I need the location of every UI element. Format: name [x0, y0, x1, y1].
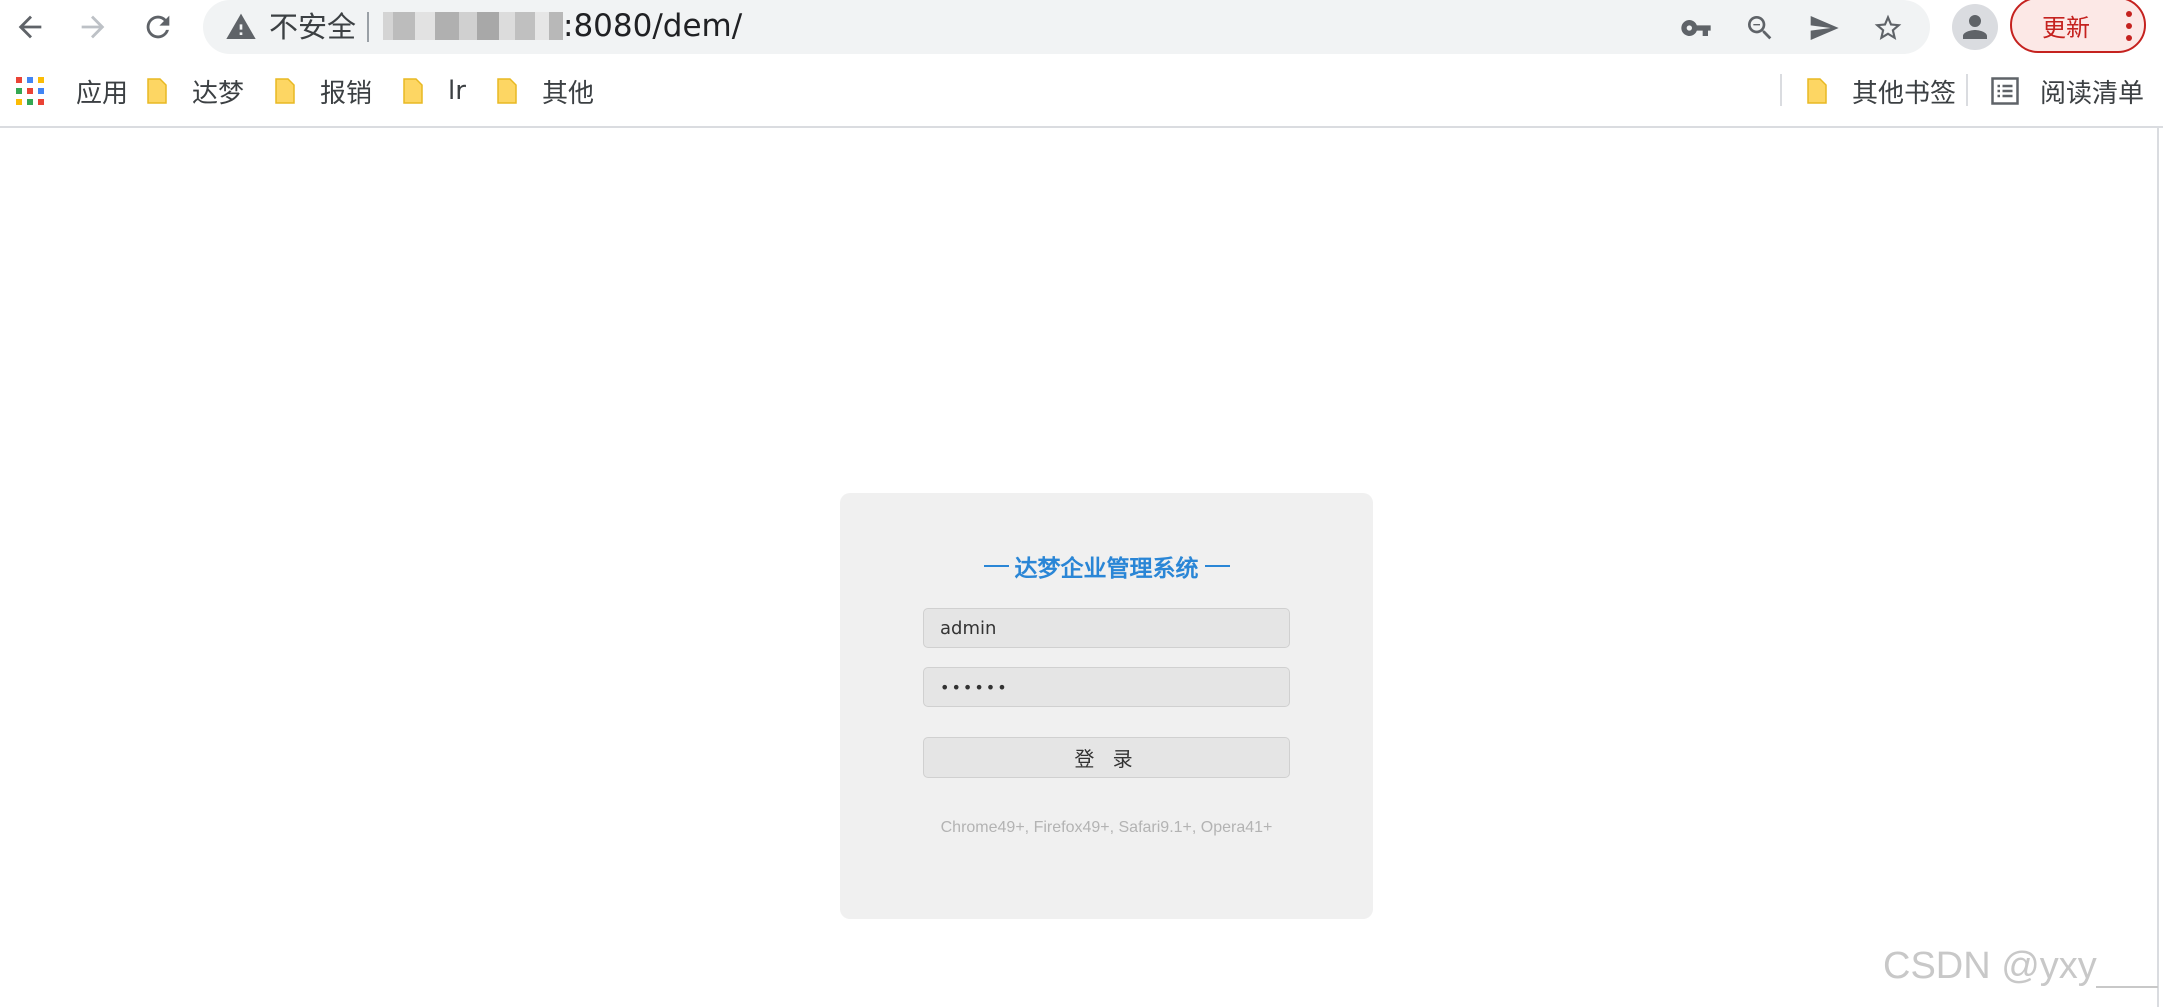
profile-button[interactable]	[1952, 4, 1998, 50]
bookmark-label: 其他书签	[1852, 78, 1957, 109]
url-text[interactable]: :8080/dem/	[563, 6, 742, 46]
bookmark-apps[interactable]: 应用	[16, 70, 128, 112]
bookmark-label: lr	[448, 76, 466, 106]
login-button[interactable]: 登 录	[923, 737, 1290, 778]
bookmark-label: 报销	[320, 78, 373, 109]
reload-button[interactable]	[133, 5, 183, 49]
login-panel: 达梦企业管理系统 登 录 Chrome49+, Firefox49+, Safa…	[840, 493, 1373, 919]
security-label[interactable]: 不安全	[269, 8, 356, 46]
folder-icon	[403, 78, 423, 104]
reading-list-icon	[1991, 77, 2019, 105]
csdn-watermark: CSDN @yxy	[1883, 945, 2097, 987]
url-redacted-mosaic	[383, 12, 563, 40]
password-input[interactable]	[923, 667, 1290, 707]
apps-grid-icon	[16, 77, 44, 105]
username-input[interactable]	[923, 608, 1290, 648]
folder-icon	[147, 78, 167, 104]
bookmark-label: 达梦	[192, 78, 245, 109]
watermark-underline	[2096, 986, 2158, 988]
reading-list-button[interactable]: 阅读清单	[1990, 70, 2144, 112]
star-icon[interactable]	[1869, 9, 1907, 47]
folder-icon	[1807, 78, 1827, 104]
forward-button[interactable]	[68, 5, 118, 49]
reading-list-label: 阅读清单	[2040, 78, 2145, 109]
address-bar[interactable]: 不安全 :8080/dem/	[203, 0, 1930, 54]
warning-icon	[225, 11, 257, 43]
title-decoration-left	[983, 565, 1009, 567]
login-title-row: 达梦企业管理系统	[840, 548, 1373, 584]
zoom-out-icon[interactable]	[1741, 9, 1779, 47]
bookmark-folder-lr[interactable]: lr	[402, 70, 466, 112]
bookmark-folder-baoxiao[interactable]: 报销	[274, 70, 372, 112]
login-title: 达梦企业管理系统	[1014, 556, 1199, 582]
kebab-menu-icon[interactable]	[2126, 11, 2132, 41]
page-scroll-edge	[2157, 128, 2159, 1007]
reload-icon	[146, 15, 170, 39]
bookmark-label: 应用	[76, 78, 129, 109]
key-icon[interactable]	[1677, 9, 1715, 47]
back-button[interactable]	[5, 5, 55, 49]
send-icon[interactable]	[1805, 9, 1843, 47]
browser-toolbar: 不安全 :8080/dem/ 更新	[0, 0, 2163, 54]
forward-arrow-icon	[81, 15, 105, 39]
folder-icon	[497, 78, 517, 104]
address-separator	[367, 12, 369, 42]
title-decoration-right	[1204, 565, 1230, 567]
bookmark-other-bookmarks[interactable]: 其他书签	[1806, 70, 1956, 112]
update-button[interactable]: 更新	[2010, 0, 2146, 53]
bookmark-label: 其他	[542, 78, 595, 109]
bookmark-folder-dameng[interactable]: 达梦	[146, 70, 244, 112]
toolbar-divider	[0, 126, 2163, 128]
bookmark-folder-other[interactable]: 其他	[496, 70, 594, 112]
folder-icon	[275, 78, 295, 104]
back-arrow-icon	[18, 15, 42, 39]
update-label: 更新	[2042, 13, 2090, 42]
profile-icon	[1963, 15, 1987, 39]
bookmarks-separator	[1966, 74, 1968, 106]
browser-compat-note: Chrome49+, Firefox49+, Safari9.1+, Opera…	[940, 819, 1273, 836]
bookmarks-separator	[1780, 74, 1782, 106]
